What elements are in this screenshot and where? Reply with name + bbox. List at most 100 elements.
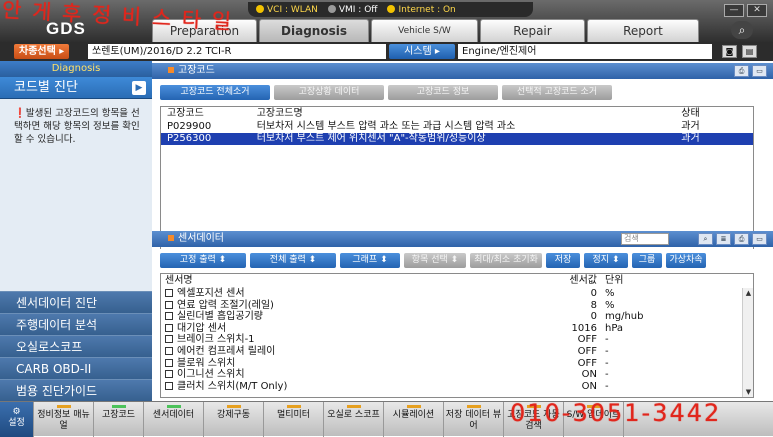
oscilloscope-button[interactable]: 오실로 스코프	[324, 402, 384, 437]
list-icon[interactable]: ≣	[716, 233, 731, 245]
sidebar-item-code-diagnosis[interactable]: 코드별 진단 ▶	[0, 77, 152, 99]
checkbox[interactable]	[165, 300, 173, 309]
minimize-button[interactable]: —	[724, 4, 744, 17]
maximize-icon[interactable]: ▭	[752, 65, 767, 77]
clear-all-dtc-button[interactable]: 고장코드 전체소거	[160, 84, 270, 100]
vmi-indicator-icon	[327, 4, 336, 13]
all-output-button[interactable]: 전체 출력 ⬍	[250, 252, 336, 268]
item-select-button[interactable]: 항목 선택 ⬍	[404, 252, 466, 268]
sidebar-item-sensor-data[interactable]: 센서데이터 진단	[0, 291, 152, 313]
indicator-icon	[586, 405, 601, 408]
table-row[interactable]: 클러치 스위치(M/T Only) ON -	[161, 381, 753, 393]
dtc-auto-search-button[interactable]: 고장코드 자동검색	[504, 402, 564, 437]
dtc-info-button[interactable]: 고장코드 정보	[388, 84, 498, 100]
tab-repair[interactable]: Repair	[480, 19, 585, 42]
info-icon: ❗	[14, 108, 26, 119]
screen-capture-icon[interactable]: ▤	[742, 45, 757, 58]
sensor-toolbar: 고정 출력 ⬍ 전체 출력 ⬍ 그래프 ⬍ 항목 선택 ⬍ 최대/최소 초기화 …	[152, 249, 773, 271]
tab-diagnosis[interactable]: Diagnosis	[259, 19, 369, 42]
table-header: 센서명 센서값 단위	[165, 275, 624, 286]
system-select-button[interactable]: 시스템 ▸	[389, 44, 455, 59]
sidebar-item-carb-obd[interactable]: CARB OBD-II	[0, 357, 152, 379]
sensor-data-button[interactable]: 센서데이터	[144, 402, 204, 437]
sidebar-item-oscilloscope[interactable]: 오실로스코프	[0, 335, 152, 357]
data-viewer-button[interactable]: 저장 데이터 뷰어	[444, 402, 504, 437]
tab-preparation[interactable]: Preparation	[152, 19, 257, 42]
fixed-output-button[interactable]: 고정 출력 ⬍	[160, 252, 246, 268]
indicator-icon	[56, 405, 71, 408]
internet-indicator-icon	[387, 4, 396, 13]
dtc-toolbar: 고장코드 전체소거 고장상황 데이터 고장코드 정보 선택적 고장코드 소거	[152, 81, 773, 103]
settings-button[interactable]: ⚙ 설정	[0, 402, 34, 437]
sidebar: Diagnosis 코드별 진단 ▶ ❗발생된 고장코드의 항목을 선택하면 해당…	[0, 61, 152, 401]
checkbox[interactable]	[165, 370, 173, 379]
simulation-button[interactable]: 시뮬레이션	[384, 402, 444, 437]
actuation-test-button[interactable]: 강제구동	[204, 402, 264, 437]
indicator-icon	[286, 405, 301, 408]
checkbox[interactable]	[165, 323, 173, 332]
internet-status: Internet : On	[387, 4, 456, 15]
sensor-search-input[interactable]: 검색	[621, 233, 669, 245]
print-icon[interactable]: ⎙	[734, 233, 749, 245]
sidebar-item-generic-guide[interactable]: 범용 진단가이드	[0, 379, 152, 401]
checkbox[interactable]	[165, 289, 173, 297]
indicator-icon	[166, 405, 181, 408]
table-row[interactable]: 이그니션 스위치 ON -	[161, 369, 753, 381]
checkbox[interactable]	[165, 346, 173, 355]
table-row[interactable]: 에어컨 컴프레셔 릴레이 OFF -	[161, 346, 753, 358]
maximize-icon[interactable]: ▭	[752, 233, 767, 245]
sidebar-item-driving-data[interactable]: 주행데이터 분석	[0, 313, 152, 335]
virtual-speed-button[interactable]: 가상차속	[666, 252, 706, 268]
sensor-scrollbar[interactable]: ▲ ▼	[742, 288, 753, 397]
status-strip: VCI : WLAN VMI : Off Internet : On	[248, 2, 533, 17]
multimeter-button[interactable]: 멀티미터	[264, 402, 324, 437]
dtc-button[interactable]: 고장코드	[94, 402, 144, 437]
global-search-icon[interactable]: ⌕	[731, 21, 753, 39]
table-row[interactable]: P029900 터보차저 시스템 부스트 압력 과소 또는 과급 시스템 압력 …	[161, 121, 753, 133]
tab-vehicle-sw-management[interactable]: Vehicle S/W Management	[371, 19, 478, 59]
table-row[interactable]: 연료 압력 조절기(레일) 8%	[161, 300, 753, 312]
freeze-frame-button[interactable]: 고장상황 데이터	[274, 84, 384, 100]
checkbox[interactable]	[165, 335, 173, 344]
table-row[interactable]: 블로워 스위치 OFF -	[161, 358, 753, 370]
reset-minmax-button[interactable]: 최대/최소 초기화	[470, 252, 542, 268]
tab-report[interactable]: Report	[587, 19, 699, 42]
stop-button[interactable]: 정지 ⬍	[584, 252, 628, 268]
chevron-right-icon: ▶	[132, 81, 146, 95]
group-button[interactable]: 그룹	[632, 252, 662, 268]
indicator-icon	[111, 405, 126, 408]
table-header: 고장코드 고장코드명 상태	[167, 108, 700, 119]
checkbox[interactable]	[165, 358, 173, 367]
chevron-down-icon[interactable]: ▼	[743, 387, 753, 397]
close-button[interactable]: ✕	[747, 4, 767, 17]
chevron-up-icon[interactable]: ▲	[743, 288, 753, 299]
indicator-icon	[526, 405, 541, 408]
table-row[interactable]: 실린더별 흡입공기량 0 mg/hub	[161, 311, 753, 323]
table-row[interactable]: 엑셀포지션 센서 0%	[161, 288, 753, 300]
save-button[interactable]: 저장	[546, 252, 580, 268]
vci-indicator-icon	[256, 4, 264, 13]
table-row[interactable]: P256300 터보차저 부스트 제어 위치센서 "A"-작동범위/성능이상 과…	[161, 133, 753, 145]
sidebar-header: Diagnosis	[0, 61, 152, 77]
selective-clear-button[interactable]: 선택적 고장코드 소거	[502, 84, 612, 100]
magnifier-icon[interactable]: ⌕	[698, 233, 713, 245]
dtc-panel-header: 고장코드 ⎙ ▭	[152, 63, 773, 79]
sw-update-button[interactable]: S/W 업데이트	[564, 402, 624, 437]
checkbox[interactable]	[165, 312, 173, 321]
table-row[interactable]: 대기압 센서 1016 hPa	[161, 323, 753, 335]
indicator-icon	[466, 405, 481, 408]
camera-icon[interactable]: ◙	[722, 45, 737, 58]
table-row[interactable]: 브레이크 스위치-1 OFF -	[161, 334, 753, 346]
panel-bullet-icon	[168, 235, 174, 241]
print-icon[interactable]: ⎙	[734, 65, 749, 77]
sensor-panel-header: 센서데이터 검색 ⌕ ≣ ⎙ ▭	[152, 231, 773, 247]
sensor-table: 센서명 센서값 단위 엑셀포지션 센서 0% 연료 압력 조절기(레일) 8% 실린…	[160, 273, 754, 398]
gds-logo: GDS	[46, 19, 86, 38]
vmi-status: VMI : Off	[327, 4, 377, 15]
checkbox[interactable]	[165, 381, 173, 390]
indicator-icon	[346, 405, 361, 408]
graph-button[interactable]: 그래프 ⬍	[340, 252, 400, 268]
vehicle-select-button[interactable]: 차종선택 ▸	[14, 44, 70, 59]
indicator-icon	[226, 405, 241, 408]
service-manual-button[interactable]: 정비정보 매뉴얼	[34, 402, 94, 437]
